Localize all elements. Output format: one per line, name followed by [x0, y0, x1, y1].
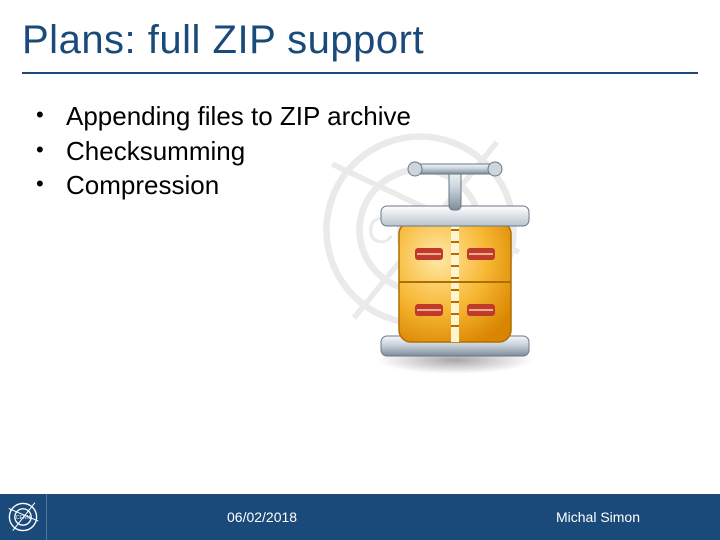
slide: Plans: full ZIP support CERN Appending f… [0, 0, 720, 540]
footer: CERN 06/02/2018 Michal Simon [0, 494, 720, 540]
footer-author: Michal Simon [556, 509, 640, 525]
title-underline [22, 72, 698, 74]
footer-date: 06/02/2018 [227, 509, 297, 525]
zip-clamp-illustration [355, 160, 555, 380]
svg-text:CERN: CERN [16, 515, 31, 521]
slide-title: Plans: full ZIP support [22, 18, 424, 63]
bullet-item: Appending files to ZIP archive [22, 100, 698, 133]
cern-logo-icon: CERN [0, 494, 47, 540]
